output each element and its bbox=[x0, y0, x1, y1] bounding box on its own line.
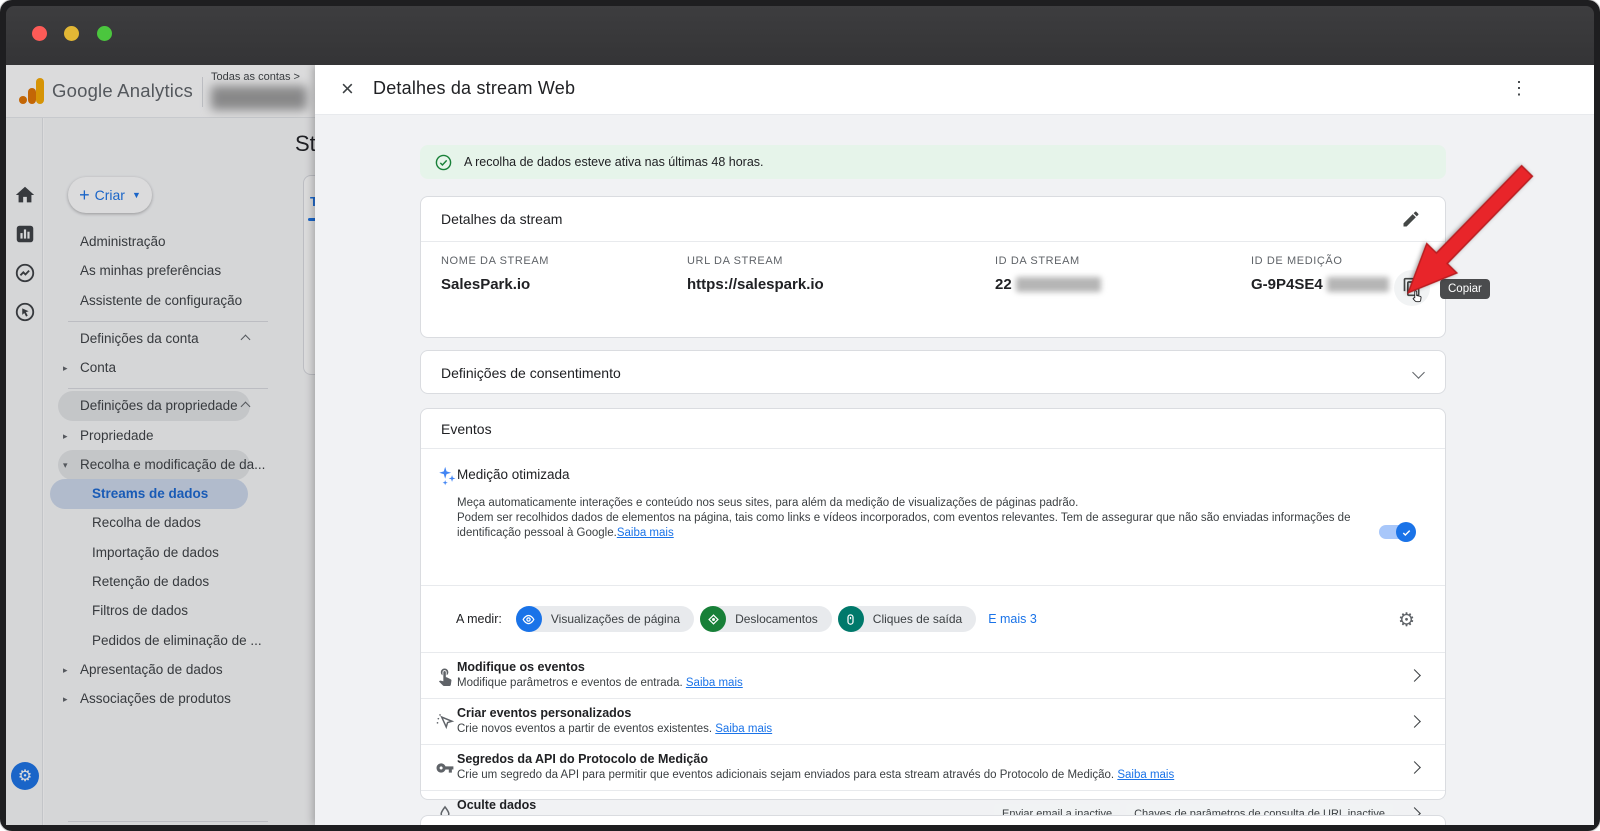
edit-pencil-icon[interactable] bbox=[1401, 209, 1421, 229]
macos-window: Google Analytics Todas as contas > ⚙ + C… bbox=[0, 0, 1600, 831]
close-icon[interactable]: × bbox=[341, 76, 354, 102]
consent-settings-card[interactable]: Definições de consentimento bbox=[420, 350, 1446, 394]
app-area: Google Analytics Todas as contas > ⚙ + C… bbox=[6, 65, 1594, 825]
stream-id-field: ID DA STREAM 22 bbox=[995, 255, 1251, 293]
redacted-value bbox=[1015, 277, 1101, 292]
scroll-icon bbox=[700, 606, 727, 632]
stream-url-field: URL DA STREAM https://salespark.io bbox=[687, 255, 824, 293]
learn-more-link[interactable]: Saiba mais bbox=[617, 527, 674, 539]
events-card: Eventos Medição otimizada Meça automatic… bbox=[420, 408, 1446, 825]
enhanced-measurement-description: Meça automaticamente interações e conteú… bbox=[457, 497, 1351, 539]
banner-text: A recolha de dados esteve ativa nas últi… bbox=[464, 155, 764, 169]
chevron-right-icon bbox=[1408, 669, 1421, 682]
stream-name-field: NOME DA STREAM SalesPark.io bbox=[441, 255, 550, 293]
zoom-window-button[interactable] bbox=[97, 26, 112, 41]
modify-events-row[interactable]: Modifique os eventos Modifique parâmetro… bbox=[421, 653, 1445, 699]
card-title: Detalhes da stream bbox=[421, 197, 1445, 242]
key-icon bbox=[435, 758, 455, 778]
measurement-protocol-secrets-row[interactable]: Segredos da API do Protocolo de Medição … bbox=[421, 745, 1445, 791]
enhanced-measurement-toggle[interactable] bbox=[1379, 522, 1416, 542]
sparkle-icon bbox=[439, 466, 456, 486]
panel-header: × Detalhes da stream Web ⋮ bbox=[315, 65, 1594, 115]
measuring-row: A medir: Visualizações de página Desloca… bbox=[421, 586, 1445, 653]
chip-scrolls[interactable]: Deslocamentos bbox=[700, 606, 832, 632]
learn-more-link[interactable]: Saiba mais bbox=[715, 723, 772, 735]
cursor-sparkle-icon bbox=[435, 712, 455, 732]
create-custom-events-row[interactable]: Criar eventos personalizados Crie novos … bbox=[421, 699, 1445, 745]
close-window-button[interactable] bbox=[32, 26, 47, 41]
chevron-right-icon bbox=[1408, 761, 1421, 774]
gear-icon[interactable]: ⚙ bbox=[1398, 609, 1415, 632]
outbound-click-icon bbox=[837, 606, 864, 632]
check-circle-icon bbox=[435, 154, 452, 170]
copy-tooltip: Copiar bbox=[1440, 279, 1490, 299]
window-titlebar bbox=[6, 6, 1594, 65]
redacted-value bbox=[1326, 277, 1389, 292]
more-options-icon[interactable]: ⋮ bbox=[1510, 78, 1528, 99]
modal-scrim[interactable] bbox=[6, 65, 316, 825]
chip-outbound-clicks[interactable]: Cliques de saída bbox=[837, 606, 977, 632]
events-title: Eventos bbox=[421, 409, 1445, 449]
copy-measurement-id-button[interactable] bbox=[1394, 270, 1430, 306]
enhanced-measurement-title: Medição otimizada bbox=[457, 467, 570, 482]
data-collection-banner: A recolha de dados esteve ativa nas últi… bbox=[420, 145, 1446, 179]
minimize-window-button[interactable] bbox=[64, 26, 79, 41]
eye-icon bbox=[515, 606, 542, 632]
and-3-more-link[interactable]: E mais 3 bbox=[988, 612, 1037, 626]
touch-app-icon bbox=[435, 666, 455, 686]
consent-title: Definições de consentimento bbox=[441, 365, 621, 381]
stream-details-card: Detalhes da stream NOME DA STREAM SalesP… bbox=[420, 196, 1490, 338]
learn-more-link[interactable]: Saiba mais bbox=[686, 677, 743, 689]
hand-cursor-icon bbox=[1412, 290, 1422, 303]
stream-details-panel: × Detalhes da stream Web ⋮ A recolha de … bbox=[315, 65, 1594, 825]
enhanced-measurement-section: Medição otimizada Meça automaticamente i… bbox=[421, 449, 1445, 586]
learn-more-link[interactable]: Saiba mais bbox=[1117, 769, 1174, 781]
chevron-right-icon bbox=[1408, 715, 1421, 728]
next-card-partial bbox=[420, 815, 1446, 825]
measuring-label: A medir: bbox=[456, 612, 502, 626]
panel-title: Detalhes da stream Web bbox=[373, 78, 576, 98]
chip-page-views[interactable]: Visualizações de página bbox=[515, 606, 695, 632]
